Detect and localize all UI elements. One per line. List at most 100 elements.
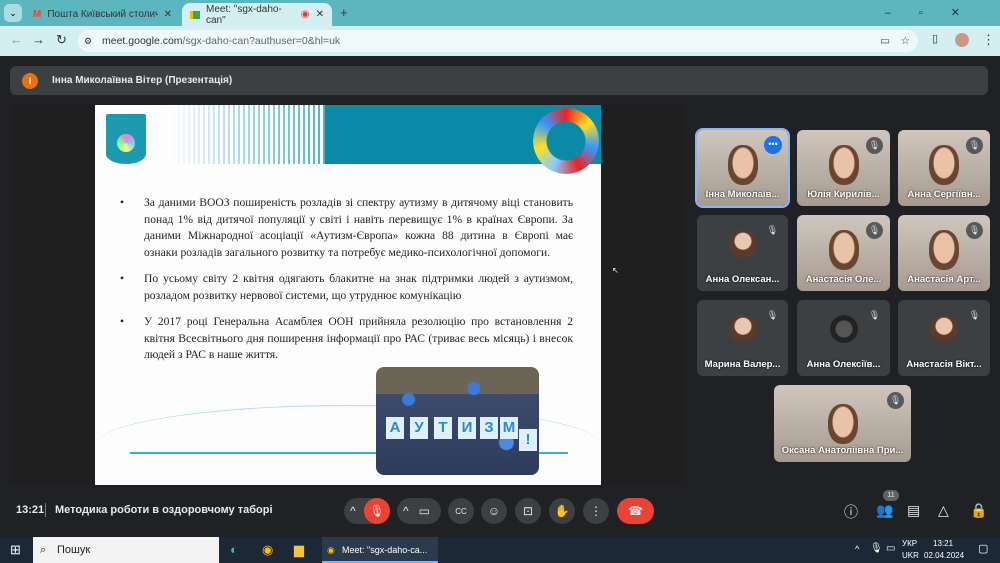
captions-button[interactable]: CC — [448, 498, 474, 524]
file-explorer-icon[interactable]: ▆ — [294, 542, 304, 558]
activities-icon[interactable]: △ — [938, 502, 949, 519]
participant-video — [929, 230, 959, 271]
presenter-avatar: І — [22, 72, 38, 89]
back-icon[interactable]: ← — [10, 32, 23, 47]
network-icon[interactable]: ▭ — [886, 543, 895, 554]
photo-letter: ! — [519, 429, 537, 451]
clock-time[interactable]: 13:21 — [933, 539, 953, 548]
photo-letter: М — [500, 417, 518, 439]
divider — [45, 503, 46, 517]
bullet: По усьому світу 2 квітня одягають блакит… — [118, 271, 573, 304]
participant-video — [828, 230, 859, 271]
meeting-info-icon[interactable]: ⓘ — [844, 502, 858, 522]
taskbar-app-meet[interactable]: ◉ Meet: "sgx-daho-ca... — [322, 537, 438, 563]
participant-tile[interactable]: 🎙 Анна Олексіїв... — [797, 300, 890, 376]
presenter-label: Інна Миколаївна Вітер (Презентація) — [52, 75, 233, 86]
mic-off-icon: 🎙 — [764, 222, 781, 239]
chrome-icon[interactable]: ◉ — [262, 542, 273, 558]
participant-tile[interactable]: 🎙 Анна Сергіївн... — [898, 130, 990, 206]
windows-taskbar: ⊞ ⌕ Пошук ◐ ◉ ▆ ◉ Meet: "sgx-daho-ca... … — [0, 537, 1000, 563]
participant-avatar — [829, 314, 858, 343]
mic-off-icon: 🎙 — [866, 222, 883, 239]
more-options-button[interactable]: ⋮ — [583, 498, 609, 524]
chat-icon[interactable]: ▤ — [907, 502, 920, 519]
camera-icon[interactable]: ▭ — [880, 30, 890, 52]
slide-decor-stripes — [170, 105, 325, 164]
participant-tile[interactable]: 🎙 Марина Валер... — [697, 300, 788, 376]
keyboard-layout[interactable]: UKR — [902, 551, 919, 560]
bullet: За даними ВООЗ поширеність розладів зі с… — [118, 195, 573, 261]
slide-bullets: За даними ВООЗ поширеність розладів зі с… — [118, 195, 573, 374]
people-icon[interactable]: 👥 — [876, 502, 893, 519]
participant-avatar — [728, 314, 757, 343]
participant-tile[interactable]: 🎙 Анастасія Вікт... — [898, 300, 990, 376]
meet-icon — [190, 10, 200, 19]
participant-avatar — [930, 314, 958, 343]
participant-avatar — [728, 229, 757, 258]
mic-off-icon: 🎙 — [887, 392, 904, 409]
new-tab-button[interactable]: + — [340, 5, 348, 20]
recording-icon: ◉ — [300, 9, 310, 20]
meeting-title: Методика роботи в оздоровчому таборі — [55, 504, 273, 516]
address-bar-row: ← → ↻ ⚙ meet.google.com/sgx-daho-can?aut… — [0, 26, 1000, 56]
participant-tile[interactable]: 🎙 Анна Олексан... — [697, 215, 788, 291]
microphone-tray-icon: 🎙 — [870, 543, 883, 554]
language-indicator[interactable]: УКР — [902, 539, 917, 548]
tab-strip: ⌄ M Пошта Київський столичний у ✕ Meet: … — [0, 0, 1000, 26]
chrome-icon: ◉ — [327, 545, 335, 555]
presentation-slide: За даними ВООЗ поширеність розладів зі с… — [95, 105, 601, 485]
participant-tile[interactable]: 🎙 Юлія Кирилів... — [797, 130, 890, 206]
profile-avatar[interactable] — [955, 33, 969, 47]
mic-off-icon: 🎙 — [866, 137, 883, 154]
bookmark-star-icon[interactable]: ☆ — [901, 30, 910, 52]
forward-icon[interactable]: → — [32, 32, 45, 47]
host-controls-icon[interactable]: 🔒 — [970, 502, 987, 519]
participant-tile[interactable]: 🎙 Анастасія Оле... — [797, 215, 890, 291]
mic-off-icon: 🎙 — [369, 504, 385, 518]
reactions-button[interactable]: ☺ — [481, 498, 507, 524]
menu-icon[interactable]: ⋮ — [982, 32, 995, 48]
taskbar-search-input[interactable]: ⌕ Пошук — [33, 537, 219, 563]
participant-tile[interactable]: ••• Інна Миколаїв... — [695, 128, 790, 208]
participant-video — [929, 145, 959, 186]
reload-icon[interactable]: ↻ — [56, 32, 67, 48]
tray-chevron-icon[interactable]: ^ — [855, 544, 859, 554]
mic-toggle-button[interactable]: 🎙 — [364, 498, 390, 524]
video-options-button[interactable]: ^ ▭ — [397, 498, 441, 524]
search-icon: ⌕ — [40, 544, 47, 556]
gmail-icon: M — [33, 9, 42, 20]
end-call-button[interactable]: ☎ — [617, 498, 654, 524]
photo-letter: З — [480, 417, 498, 439]
mic-off-icon: 🎙 — [966, 222, 983, 239]
mic-off-icon: 🎙 — [866, 307, 883, 324]
site-info-icon[interactable]: ⚙ — [84, 30, 92, 52]
clock-date[interactable]: 02.04.2024 — [924, 551, 964, 560]
mic-off-icon: 🎙 — [966, 307, 983, 324]
participant-video — [827, 404, 858, 445]
tab-search-button[interactable]: ⌄ — [4, 4, 22, 22]
photo-letter: И — [458, 417, 476, 439]
notifications-icon[interactable]: ▢ — [978, 542, 988, 555]
tab-gmail[interactable]: M Пошта Київський столичний у ✕ — [25, 3, 180, 26]
windows-start-icon[interactable]: ⊞ — [10, 542, 21, 558]
tab-meet[interactable]: Meet: "sgx-daho-can" ◉ ✕ — [182, 3, 332, 26]
edge-icon[interactable]: ◐ — [230, 542, 238, 557]
sidebar-icon[interactable]: ▯ — [932, 32, 938, 45]
participant-tile[interactable]: 🎙 Анастасія Арт... — [898, 215, 990, 291]
present-button[interactable]: ⊡ — [515, 498, 541, 524]
participant-video — [727, 145, 758, 186]
camera-icon: ▭ — [418, 504, 430, 518]
meeting-time: 13:21 — [16, 504, 45, 516]
mouse-cursor: ↖ — [612, 266, 619, 275]
participant-tile[interactable]: 🎙 Оксана Анатоліївна При... — [774, 385, 911, 462]
raise-hand-button[interactable]: ✋ — [549, 498, 575, 524]
close-icon[interactable]: ✕ — [316, 9, 324, 20]
photo-letter: А — [386, 417, 404, 439]
window-controls[interactable]: –▫✕ — [885, 6, 988, 19]
url-input[interactable]: ⚙ meet.google.com/sgx-daho-can?authuser=… — [78, 30, 918, 52]
more-options-icon[interactable]: ••• — [764, 136, 782, 154]
bullet: У 2017 році Генеральна Асамблея ООН прий… — [118, 314, 573, 364]
close-icon[interactable]: ✕ — [164, 9, 172, 20]
photo-letter: Т — [434, 417, 452, 439]
autism-puzzle-wreath — [533, 108, 599, 174]
